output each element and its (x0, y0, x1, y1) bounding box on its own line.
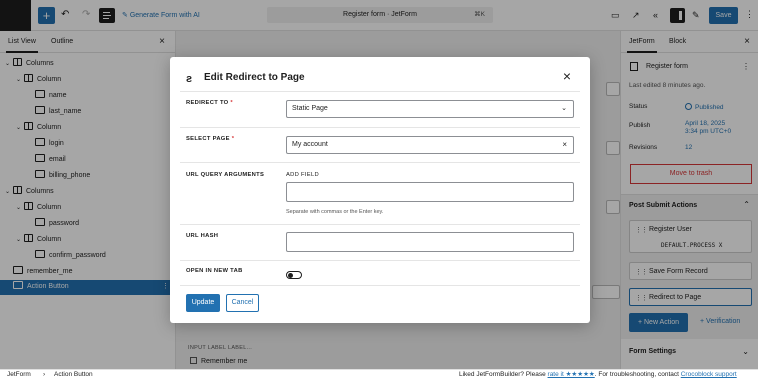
required-mark: * (231, 136, 235, 142)
redirect-to-select[interactable]: Static Page ⌄ (286, 100, 574, 118)
edit-redirect-modal: ƨ Edit Redirect to Page × REDIRECT TO * … (170, 57, 590, 323)
cancel-button[interactable]: Cancel (226, 294, 259, 312)
select-page-label-text: SELECT PAGE (186, 136, 230, 142)
footer-message: Liked JetFormBuilder? Please rate it ★★★… (459, 370, 737, 380)
modal-divider (180, 162, 580, 163)
modal-divider (180, 127, 580, 128)
breadcrumb-jetform[interactable]: JetForm (7, 370, 31, 380)
clear-icon[interactable]: × (562, 137, 567, 153)
support-link[interactable]: Crocoblock support (681, 371, 737, 378)
redirect-to-label: REDIRECT TO * (186, 100, 233, 106)
redirect-to-label-text: REDIRECT TO (186, 100, 229, 106)
footer-msg-pre: Liked JetFormBuilder? Please (459, 371, 546, 378)
add-field-help: Separate with commas or the Enter key. (286, 209, 384, 215)
modal-divider (180, 285, 580, 286)
add-field-input[interactable] (286, 182, 574, 202)
modal-divider (180, 224, 580, 225)
modal-divider (180, 260, 580, 261)
modal-divider (180, 91, 580, 92)
url-query-label: URL QUERY ARGUMENTS (186, 172, 265, 178)
select-page-field[interactable]: My account × (286, 136, 574, 154)
footer-msg-mid: . For troubleshooting, contact (594, 371, 679, 378)
chevron-down-icon: ⌄ (561, 105, 567, 112)
select-page-label: SELECT PAGE * (186, 136, 234, 142)
update-button[interactable]: Update (186, 294, 220, 312)
jetform-logo-icon: ƨ (186, 73, 193, 85)
open-new-tab-toggle[interactable] (286, 271, 302, 279)
open-new-tab-label: OPEN IN NEW TAB (186, 268, 243, 274)
add-field-label: ADD FIELD (286, 172, 319, 178)
url-hash-input[interactable] (286, 232, 574, 252)
modal-title: Edit Redirect to Page (204, 72, 305, 83)
footer-bar: JetForm › Action Button Liked JetFormBui… (0, 369, 758, 380)
breadcrumb-separator: › (43, 371, 46, 378)
required-mark: * (230, 100, 233, 106)
url-hash-label: URL HASH (186, 233, 219, 239)
rate-link[interactable]: rate it ★★★★★ (548, 371, 595, 378)
close-icon[interactable]: × (563, 69, 571, 83)
select-page-value: My account (292, 141, 328, 148)
breadcrumb-action-button[interactable]: Action Button (54, 370, 93, 380)
redirect-to-value: Static Page (292, 105, 328, 112)
